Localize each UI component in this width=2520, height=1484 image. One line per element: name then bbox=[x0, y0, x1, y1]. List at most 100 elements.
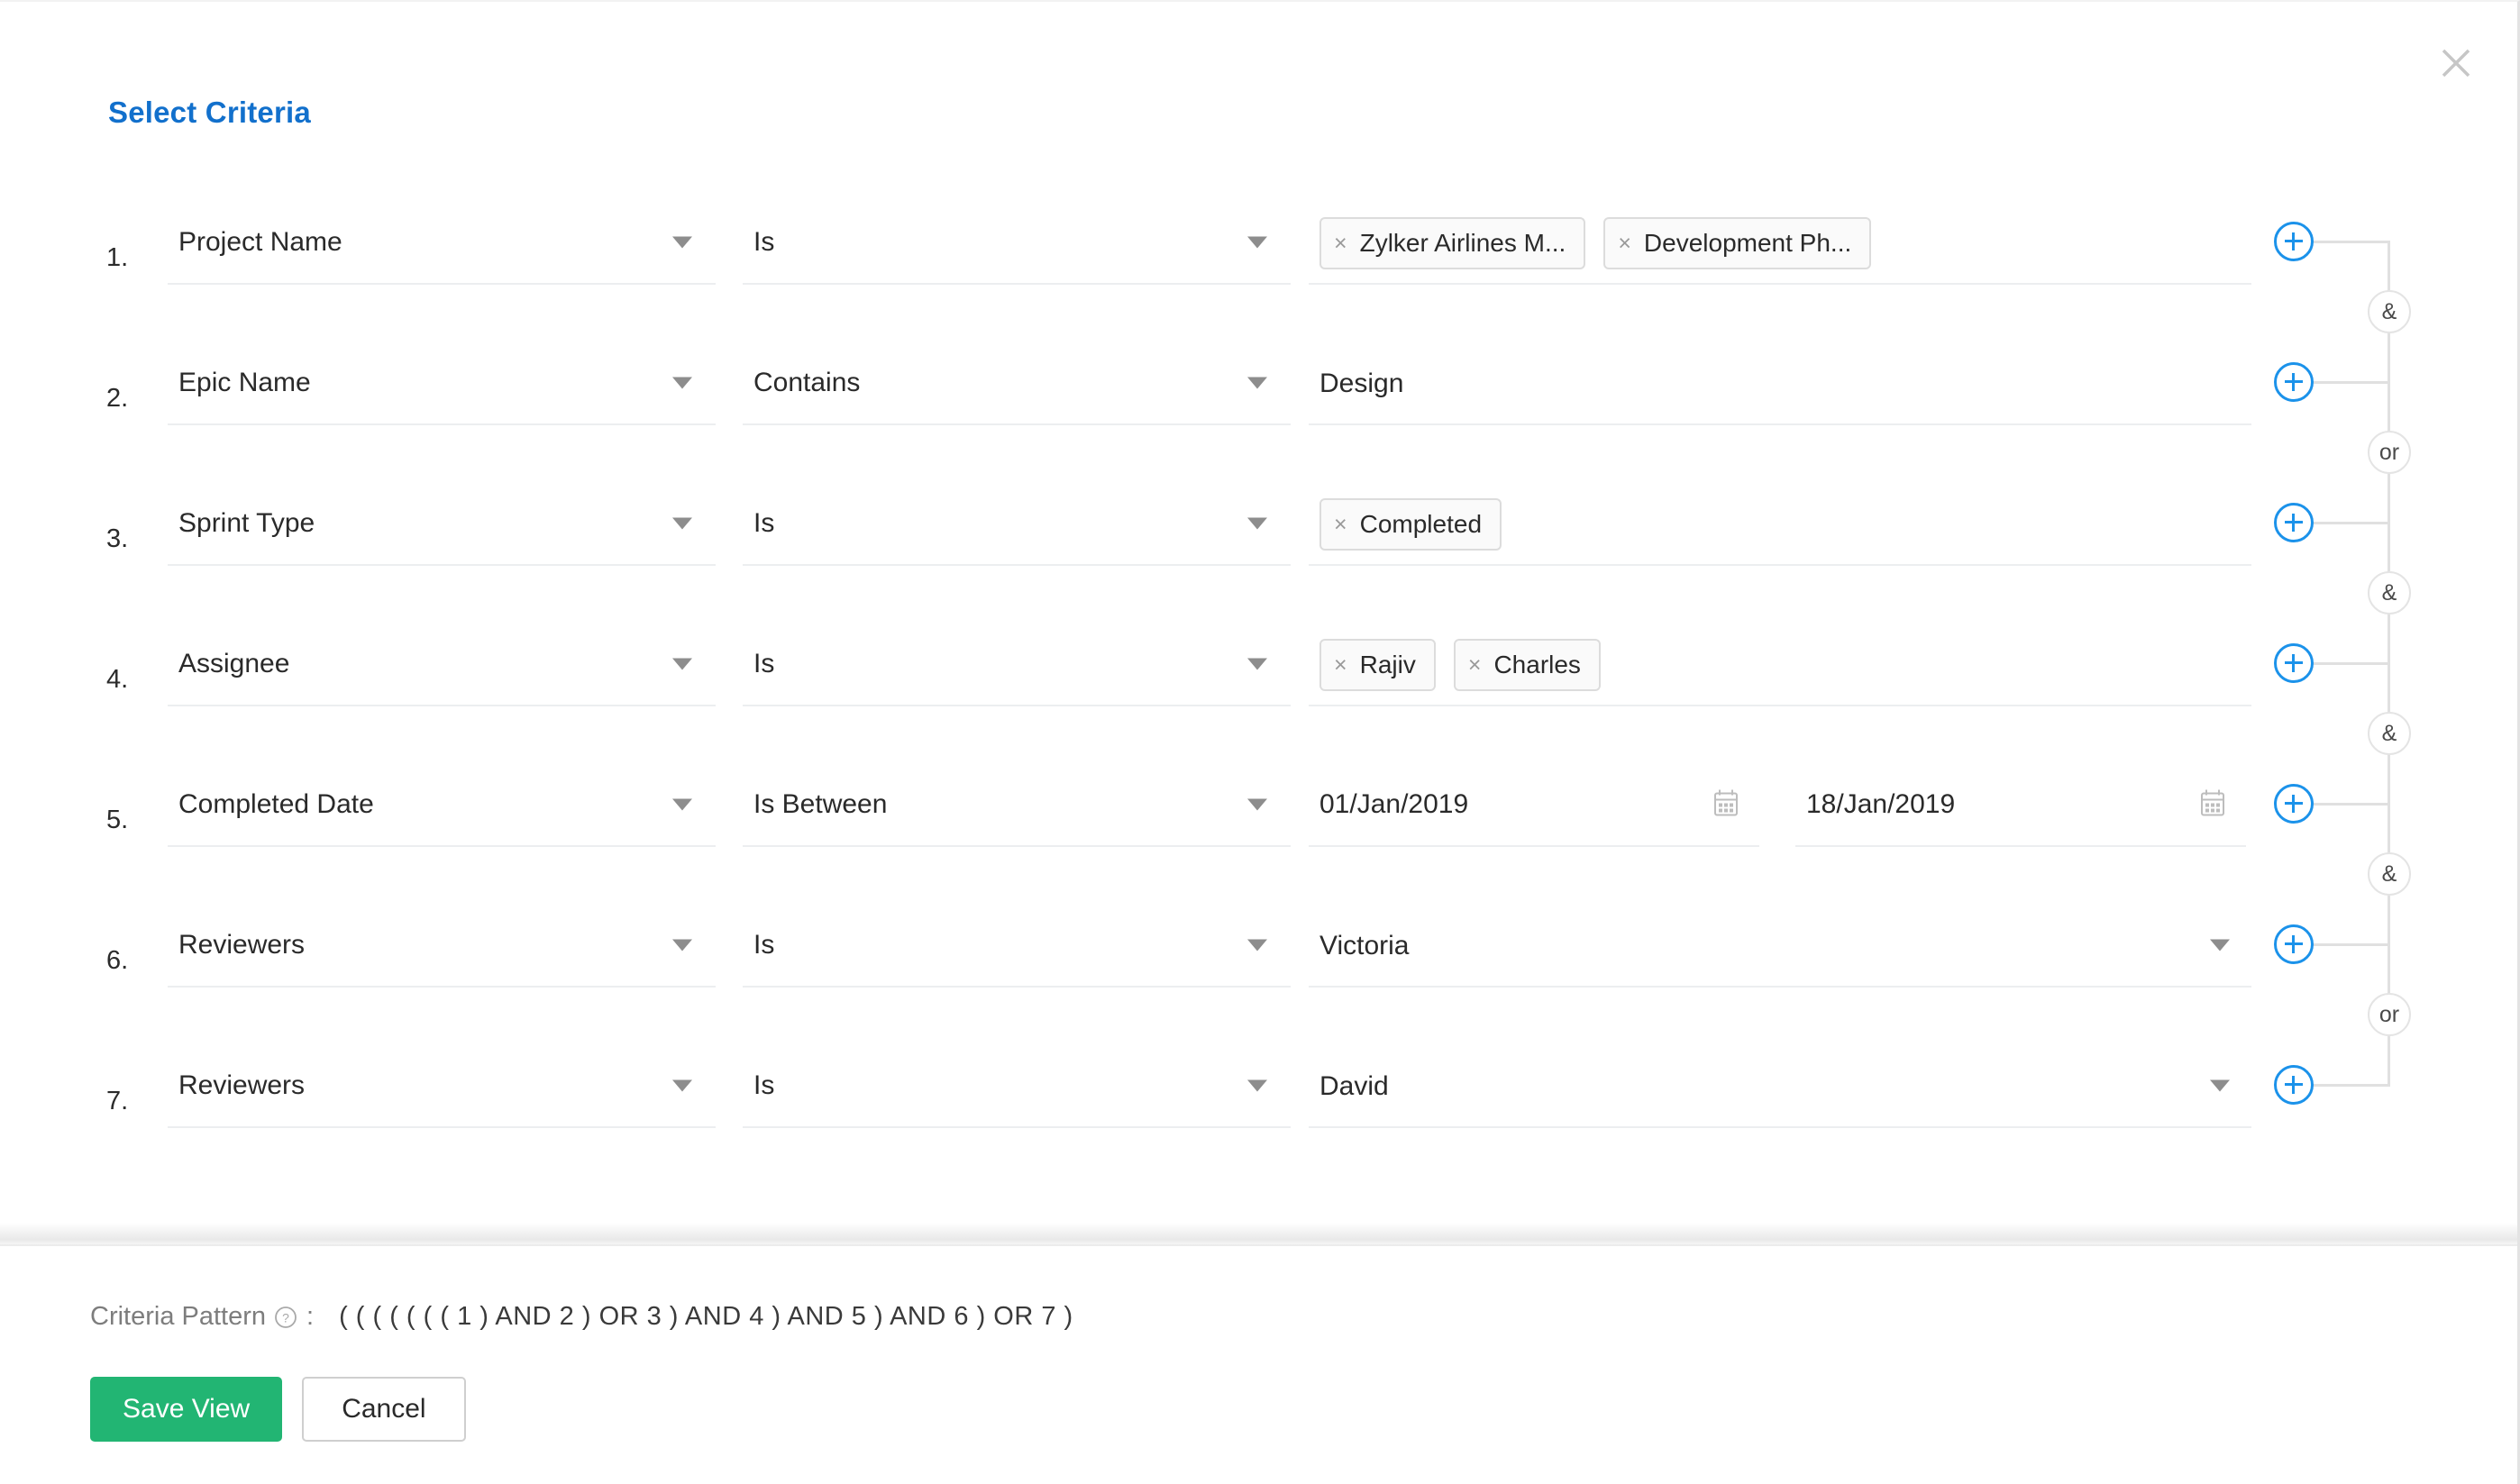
criteria-connector-toggle[interactable]: or bbox=[2368, 993, 2411, 1036]
criteria-connector-toggle[interactable]: & bbox=[2368, 852, 2411, 896]
criteria-connector-toggle[interactable]: or bbox=[2368, 431, 2411, 474]
criteria-value-text: David bbox=[1319, 1071, 1389, 1101]
criteria-field-select[interactable]: Sprint Type bbox=[168, 483, 716, 566]
criteria-row: 3. Sprint Type Is × Completed bbox=[0, 483, 2517, 624]
tree-branch bbox=[2312, 1084, 2390, 1087]
add-criteria-row-button[interactable] bbox=[2274, 1065, 2314, 1105]
criteria-connector-toggle[interactable]: & bbox=[2368, 712, 2411, 755]
criteria-field-value: Project Name bbox=[178, 229, 342, 256]
criteria-field-select[interactable]: Project Name bbox=[168, 202, 716, 285]
chevron-down-icon bbox=[1247, 236, 1267, 249]
value-chip[interactable]: × Rajiv bbox=[1319, 639, 1436, 691]
chip-remove-icon[interactable]: × bbox=[1334, 513, 1347, 536]
criteria-field-select[interactable]: Epic Name bbox=[168, 342, 716, 425]
criteria-value-input[interactable]: Design bbox=[1309, 342, 2251, 425]
tree-branch bbox=[2312, 943, 2390, 946]
criteria-row: 7. Reviewers Is David bbox=[0, 1045, 2517, 1186]
criteria-operator-value: Is bbox=[753, 510, 775, 537]
add-criteria-row-button[interactable] bbox=[2274, 784, 2314, 824]
criteria-operator-value: Contains bbox=[753, 369, 861, 396]
date-from-value: 01/Jan/2019 bbox=[1319, 789, 1469, 819]
footer-buttons: Save View Cancel bbox=[90, 1377, 2517, 1442]
criteria-row: 4. Assignee Is × Rajiv × Charles bbox=[0, 624, 2517, 764]
save-view-button[interactable]: Save View bbox=[90, 1377, 283, 1442]
date-to-input[interactable]: 18/Jan/2019 bbox=[1795, 764, 2246, 847]
criteria-field-select[interactable]: Assignee bbox=[168, 624, 716, 706]
criteria-connector-toggle[interactable]: & bbox=[2368, 290, 2411, 333]
add-criteria-row-button[interactable] bbox=[2274, 222, 2314, 261]
criteria-operator-select[interactable]: Is bbox=[743, 483, 1291, 566]
footer-divider bbox=[0, 1223, 2517, 1246]
date-from-input[interactable]: 01/Jan/2019 bbox=[1309, 764, 1759, 847]
chevron-down-icon bbox=[672, 1079, 692, 1092]
chevron-down-icon bbox=[672, 517, 692, 530]
chevron-down-icon bbox=[1247, 658, 1267, 670]
chip-label: Development Ph... bbox=[1643, 229, 1852, 257]
add-criteria-row-button[interactable] bbox=[2274, 643, 2314, 683]
chevron-down-icon bbox=[1247, 517, 1267, 530]
value-chip[interactable]: × Completed bbox=[1319, 498, 1502, 551]
svg-text:?: ? bbox=[282, 1310, 289, 1325]
criteria-value-chips[interactable]: × Rajiv × Charles bbox=[1309, 624, 2251, 706]
calendar-icon[interactable] bbox=[2199, 788, 2226, 822]
page-title: Select Criteria bbox=[108, 96, 311, 129]
question-mark-icon[interactable]: ? bbox=[274, 1306, 297, 1329]
criteria-connector-toggle[interactable]: & bbox=[2368, 571, 2411, 615]
criteria-row-index: 7. bbox=[106, 1087, 129, 1115]
criteria-value-chips[interactable]: × Zylker Airlines M... × Development Ph... bbox=[1309, 202, 2251, 285]
criteria-field-select[interactable]: Reviewers bbox=[168, 905, 716, 988]
chevron-down-icon bbox=[1247, 798, 1267, 811]
chevron-down-icon bbox=[1247, 939, 1267, 951]
chevron-down-icon bbox=[672, 658, 692, 670]
criteria-value-select[interactable]: David bbox=[1309, 1045, 2251, 1128]
chip-label: Completed bbox=[1359, 510, 1483, 538]
cancel-button[interactable]: Cancel bbox=[302, 1377, 466, 1442]
add-criteria-row-button[interactable] bbox=[2274, 503, 2314, 542]
value-chip[interactable]: × Development Ph... bbox=[1603, 217, 1872, 269]
criteria-field-value: Epic Name bbox=[178, 369, 311, 396]
criteria-row: 5. Completed Date Is Between 01/Jan/2019 18/… bbox=[0, 764, 2517, 905]
value-chip[interactable]: × Zylker Airlines M... bbox=[1319, 217, 1586, 269]
add-criteria-row-button[interactable] bbox=[2274, 362, 2314, 402]
criteria-operator-select[interactable]: Is bbox=[743, 624, 1291, 706]
criteria-value-select[interactable]: Victoria bbox=[1309, 905, 2251, 988]
criteria-operator-select[interactable]: Is bbox=[743, 905, 1291, 988]
criteria-field-select[interactable]: Completed Date bbox=[168, 764, 716, 847]
criteria-field-value: Reviewers bbox=[178, 932, 306, 959]
criteria-field-value: Assignee bbox=[178, 651, 290, 678]
chip-remove-icon[interactable]: × bbox=[1334, 232, 1347, 255]
criteria-operator-value: Is Between bbox=[753, 791, 888, 818]
criteria-date-range: 01/Jan/2019 18/Jan/2019 bbox=[1309, 764, 2251, 847]
criteria-operator-select[interactable]: Is bbox=[743, 202, 1291, 285]
add-criteria-row-button[interactable] bbox=[2274, 924, 2314, 964]
criteria-operator-select[interactable]: Is bbox=[743, 1045, 1291, 1128]
chip-label: Charles bbox=[1493, 651, 1581, 678]
criteria-value-chips[interactable]: × Completed bbox=[1309, 483, 2251, 566]
tree-branch bbox=[2312, 662, 2390, 665]
chip-remove-icon[interactable]: × bbox=[1468, 653, 1482, 677]
criteria-row-index: 4. bbox=[106, 665, 129, 694]
criteria-field-select[interactable]: Reviewers bbox=[168, 1045, 716, 1128]
chip-remove-icon[interactable]: × bbox=[1334, 653, 1347, 677]
tree-branch bbox=[2312, 522, 2390, 524]
criteria-operator-select[interactable]: Contains bbox=[743, 342, 1291, 425]
calendar-icon[interactable] bbox=[1712, 788, 1739, 822]
criteria-row: 1. Project Name Is × Zylker Airlines M... × De… bbox=[0, 202, 2517, 342]
criteria-operator-value: Is bbox=[753, 932, 775, 959]
criteria-operator-value: Is bbox=[753, 651, 775, 678]
chevron-down-icon bbox=[672, 939, 692, 951]
criteria-row-index: 6. bbox=[106, 946, 129, 975]
dialog-body: Select Criteria 1. Project Name Is × Zylker … bbox=[0, 2, 2517, 1223]
criteria-value-text: Victoria bbox=[1319, 931, 1410, 961]
chevron-down-icon bbox=[1247, 1079, 1267, 1092]
value-chip[interactable]: × Charles bbox=[1453, 639, 1601, 691]
chip-list: × Zylker Airlines M... × Development Ph... bbox=[1309, 202, 2251, 285]
criteria-row-index: 3. bbox=[106, 524, 129, 553]
chip-remove-icon[interactable]: × bbox=[1618, 232, 1631, 255]
chevron-down-icon bbox=[672, 798, 692, 811]
criteria-operator-select[interactable]: Is Between bbox=[743, 764, 1291, 847]
criteria-connector-tree: & or & & & or bbox=[2258, 202, 2456, 1186]
chip-label: Rajiv bbox=[1359, 651, 1416, 678]
criteria-field-value: Reviewers bbox=[178, 1072, 306, 1099]
criteria-value-text: Design bbox=[1319, 369, 1404, 398]
